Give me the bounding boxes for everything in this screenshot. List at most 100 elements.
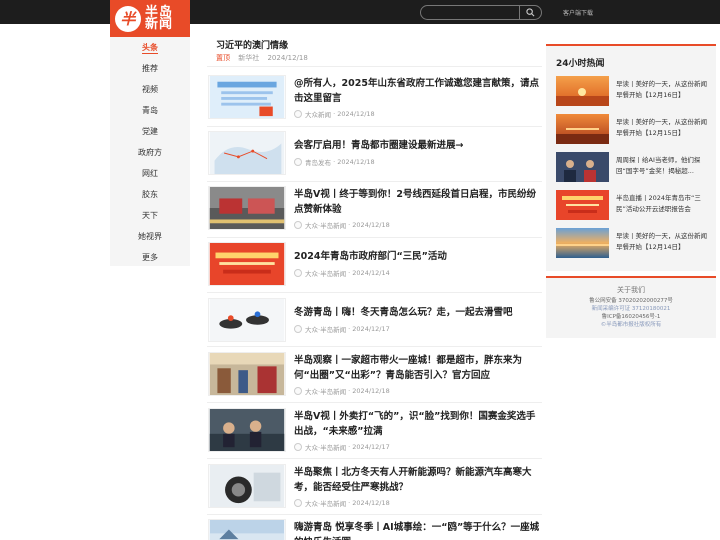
article-item[interactable]: 半岛聚焦丨北方冬天有人开新能源吗？新能源汽车高寒大考，能否经受住严寒挑战？ 大众… bbox=[207, 464, 542, 514]
article-title[interactable]: 会客厅启用！青岛都市圈建设最新进展→ bbox=[294, 138, 540, 153]
site-logo[interactable]: 半 半岛新闻 bbox=[110, 0, 190, 37]
hot-news-item[interactable]: 周周探丨给AI当老师，他们探回“国字号”金奖！揭秘超... bbox=[556, 152, 716, 182]
article-item[interactable]: @所有人，2025年山东省政府工作诚邀您建言献策，请点击这里留言 大众新闻 · … bbox=[207, 75, 542, 125]
divider bbox=[207, 402, 542, 403]
source-icon bbox=[294, 325, 302, 333]
article-thumbnail bbox=[208, 242, 286, 286]
article-meta: 大众·半岛新闻 · 2024/12/17 bbox=[294, 324, 390, 334]
pinned-tag: 置顶 bbox=[216, 54, 230, 62]
article-thumbnail bbox=[208, 186, 286, 230]
divider bbox=[207, 458, 542, 459]
hot-news-text[interactable]: 周周探丨给AI当老师，他们探回“国字号”金奖！揭秘超... bbox=[616, 155, 711, 176]
article-thumbnail bbox=[208, 408, 286, 452]
source-icon bbox=[294, 499, 302, 507]
hot-news-text[interactable]: 早读丨美好的一天，从这份新闻早餐开始【12月15日】 bbox=[616, 117, 711, 138]
nav-item-her-view[interactable]: 她视界 bbox=[110, 226, 190, 247]
nav-item-recommend[interactable]: 推荐 bbox=[110, 58, 190, 79]
nav-item-jiaodong[interactable]: 胶东 bbox=[110, 184, 190, 205]
hot-news-text[interactable]: 早读丨美好的一天，从这份新闻早餐开始【12月16日】 bbox=[616, 79, 711, 100]
hot-news-thumbnail bbox=[556, 114, 609, 144]
hot-news-item[interactable]: 早读丨美好的一天，从这份新闻早餐开始【12月16日】 bbox=[556, 76, 716, 106]
hot-news-thumbnail bbox=[556, 190, 609, 220]
article-meta: 大众·半岛新闻 · 2024/12/18 bbox=[294, 386, 390, 396]
article-meta: 青岛发布 · 2024/12/18 bbox=[294, 157, 375, 167]
article-thumbnail bbox=[208, 75, 286, 119]
article-title[interactable]: 半岛V视丨外卖打“飞的”，识“脸”找到你！国赛金奖选手出战，“未来感”拉满 bbox=[294, 409, 540, 439]
about-line[interactable]: 鲁ICP备16020456号-1 bbox=[546, 313, 716, 321]
search-button[interactable] bbox=[519, 5, 541, 20]
nav-item-government[interactable]: 政府方 bbox=[110, 142, 190, 163]
article-item[interactable]: 2024年青岛市政府部门“三民”活动 大众·半岛新闻 · 2024/12/14 bbox=[207, 242, 542, 292]
divider bbox=[207, 181, 542, 182]
article-title[interactable]: 2024年青岛市政府部门“三民”活动 bbox=[294, 249, 540, 264]
divider bbox=[207, 514, 542, 515]
source-icon bbox=[294, 387, 302, 395]
nav-item-world[interactable]: 天下 bbox=[110, 205, 190, 226]
logo-text: 半岛新闻 bbox=[145, 4, 174, 32]
search-input[interactable] bbox=[420, 5, 542, 20]
hot-news-title: 24小时热闻 bbox=[556, 59, 605, 69]
nav-item-influencer[interactable]: 网红 bbox=[110, 163, 190, 184]
hot-news-text[interactable]: 早读丨美好的一天，从这份新闻早餐开始【12月14日】 bbox=[616, 231, 711, 252]
top-bar bbox=[0, 0, 720, 24]
about-line[interactable]: 鲁公网安备 37020202000277号 bbox=[546, 297, 716, 305]
featured-date: 2024/12/18 bbox=[267, 54, 308, 62]
article-meta: 大众·半岛新闻 · 2024/12/14 bbox=[294, 268, 390, 278]
featured-article-meta: 置顶 新华社 2024/12/18 bbox=[216, 53, 308, 63]
article-meta: 大众·半岛新闻 · 2024/12/18 bbox=[294, 220, 390, 230]
featured-source: 新华社 bbox=[238, 54, 260, 62]
article-item[interactable]: 会客厅启用！青岛都市圈建设最新进展→ 青岛发布 · 2024/12/18 bbox=[207, 131, 542, 181]
about-title[interactable]: 关于我们 bbox=[546, 286, 716, 294]
article-meta: 大众·半岛新闻 · 2024/12/17 bbox=[294, 442, 390, 452]
article-thumbnail bbox=[208, 464, 286, 508]
source-icon bbox=[294, 269, 302, 277]
article-item[interactable]: 半岛V视丨终于等到你！2号线西延段首日启程，市民纷纷点赞新体验 大众·半岛新闻 … bbox=[207, 186, 542, 236]
divider bbox=[207, 237, 542, 238]
article-title[interactable]: 半岛观察丨一家超市带火一座城！都是超市，胖东来为何“出圈”又“出彩”？青岛能否引… bbox=[294, 353, 540, 383]
nav-item-headline[interactable]: 头条 bbox=[110, 37, 190, 58]
about-line: ©半岛都市报社版权所有 bbox=[600, 322, 662, 328]
article-item[interactable]: 嗨游青岛 悦享冬季丨AI城事绘：一“鸥”等于什么？一座城的快乐生活圈 bbox=[207, 519, 542, 540]
article-thumbnail bbox=[208, 131, 286, 175]
article-title[interactable]: @所有人，2025年山东省政府工作诚邀您建言献策，请点击这里留言 bbox=[294, 76, 540, 106]
nav-item-video[interactable]: 视频 bbox=[110, 79, 190, 100]
article-title[interactable]: 嗨游青岛 悦享冬季丨AI城事绘：一“鸥”等于什么？一座城的快乐生活圈 bbox=[294, 520, 540, 540]
client-download-link[interactable]: 客户端下载 bbox=[563, 8, 593, 17]
hot-news-item[interactable]: 早读丨美好的一天，从这份新闻早餐开始【12月15日】 bbox=[556, 114, 716, 144]
featured-article-title[interactable]: 习近平的澳门情缘 bbox=[216, 38, 288, 51]
left-nav: 头条 推荐 视频 青岛 党建 政府方 网红 胶东 天下 她视界 更多 bbox=[110, 37, 190, 266]
article-thumbnail bbox=[208, 352, 286, 396]
divider bbox=[207, 346, 542, 347]
source-icon bbox=[294, 158, 302, 166]
about-line[interactable]: 新闻采编许可证 37120180021 bbox=[546, 305, 716, 313]
hot-news-item[interactable]: 半岛直播丨2024年青岛市“三民”活动公开云述职报告会 bbox=[556, 190, 716, 220]
hot-news-thumbnail bbox=[556, 228, 609, 258]
hot-news-thumbnail bbox=[556, 152, 609, 182]
hot-news-panel: 24小时热闻 早读丨美好的一天，从这份新闻早餐开始【12月16日】 早读丨美好的… bbox=[546, 44, 716, 271]
nav-item-more[interactable]: 更多 bbox=[110, 247, 190, 268]
article-title[interactable]: 半岛聚焦丨北方冬天有人开新能源吗？新能源汽车高寒大考，能否经受住严寒挑战？ bbox=[294, 465, 540, 495]
about-panel: 关于我们 鲁公网安备 37020202000277号 新闻采编许可证 37120… bbox=[546, 276, 716, 338]
hot-news-item[interactable]: 早读丨美好的一天，从这份新闻早餐开始【12月14日】 bbox=[556, 228, 716, 258]
article-item[interactable]: 半岛观察丨一家超市带火一座城！都是超市，胖东来为何“出圈”又“出彩”？青岛能否引… bbox=[207, 352, 542, 402]
logo-mark-icon: 半 bbox=[115, 5, 141, 32]
source-icon bbox=[294, 443, 302, 451]
divider bbox=[207, 126, 542, 127]
source-icon bbox=[294, 221, 302, 229]
source-icon bbox=[294, 110, 302, 118]
divider bbox=[207, 66, 542, 67]
hot-news-thumbnail bbox=[556, 76, 609, 106]
nav-item-party[interactable]: 党建 bbox=[110, 121, 190, 142]
article-thumbnail bbox=[208, 519, 286, 540]
divider bbox=[207, 292, 542, 293]
article-title[interactable]: 冬游青岛丨嗨！冬天青岛怎么玩？走，一起去滑雪吧 bbox=[294, 305, 540, 320]
article-meta: 大众·半岛新闻 · 2024/12/18 bbox=[294, 498, 390, 508]
article-meta: 大众新闻 · 2024/12/18 bbox=[294, 109, 375, 119]
article-thumbnail bbox=[208, 298, 286, 342]
article-title[interactable]: 半岛V视丨终于等到你！2号线西延段首日启程，市民纷纷点赞新体验 bbox=[294, 187, 540, 217]
search-icon bbox=[526, 8, 535, 17]
nav-item-qingdao[interactable]: 青岛 bbox=[110, 100, 190, 121]
article-item[interactable]: 冬游青岛丨嗨！冬天青岛怎么玩？走，一起去滑雪吧 大众·半岛新闻 · 2024/1… bbox=[207, 298, 542, 348]
article-item[interactable]: 半岛V视丨外卖打“飞的”，识“脸”找到你！国赛金奖选手出战，“未来感”拉满 大众… bbox=[207, 408, 542, 458]
hot-news-text[interactable]: 半岛直播丨2024年青岛市“三民”活动公开云述职报告会 bbox=[616, 193, 711, 214]
